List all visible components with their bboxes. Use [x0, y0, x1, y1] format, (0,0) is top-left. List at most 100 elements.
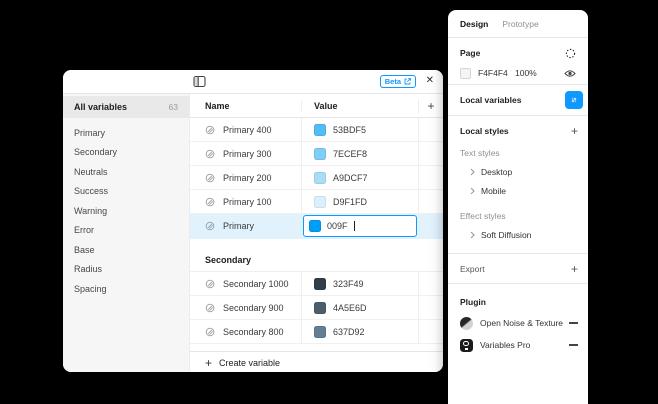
tab-prototype[interactable]: Prototype: [502, 19, 538, 29]
variable-name: Secondary 900: [223, 302, 284, 313]
sidebar-item-all-variables[interactable]: All variables 63: [63, 96, 189, 118]
color-swatch[interactable]: [314, 195, 326, 208]
sidebar-item-spacing[interactable]: Spacing: [63, 279, 189, 299]
variable-name: Secondary 800: [223, 326, 284, 337]
variable-token-icon: [205, 197, 215, 206]
sidebar-item-primary[interactable]: Primary: [63, 123, 189, 143]
color-swatch[interactable]: [314, 325, 326, 338]
style-item-soft-diffusion[interactable]: Soft Diffusion: [448, 225, 588, 244]
sidebar-item-neutrals[interactable]: Neutrals: [63, 162, 189, 182]
variable-value: 4A5E6D: [333, 302, 367, 313]
inspector-tabs: Design Prototype: [448, 10, 588, 38]
variables-sliders-icon: [571, 97, 577, 103]
sidebar-item-secondary[interactable]: Secondary: [63, 143, 189, 163]
group-header-secondary: Secondary: [190, 249, 443, 272]
remove-plugin-icon[interactable]: [569, 344, 578, 346]
variables-pro-plugin-icon: [460, 338, 473, 352]
table-row[interactable]: Secondary 800 637D92: [190, 320, 443, 344]
variable-value: A9DCF7: [333, 172, 368, 183]
page-opacity[interactable]: 100%: [515, 68, 537, 78]
variable-token-icon: [205, 149, 215, 158]
create-variable-label: Create variable: [219, 357, 281, 368]
variable-value: 323F49: [333, 278, 364, 289]
beta-badge[interactable]: Beta: [379, 75, 416, 88]
plugin-label: Plugin: [460, 297, 486, 307]
chevron-right-icon: [470, 168, 475, 175]
color-swatch[interactable]: [314, 147, 326, 160]
variables-count: 63: [168, 102, 178, 112]
sidebar-item-base[interactable]: Base: [63, 240, 189, 260]
page-color-swatch[interactable]: [460, 67, 471, 79]
variable-name: Primary 100: [223, 196, 272, 207]
table-row[interactable]: Primary 200 A9DCF7: [190, 166, 443, 190]
styles-seed-icon[interactable]: [565, 48, 576, 59]
eye-icon[interactable]: [564, 69, 576, 78]
sidebar-item-warning[interactable]: Warning: [63, 201, 189, 221]
effect-styles-label: Effect styles: [460, 211, 506, 221]
table-row[interactable]: Primary 300 7ECEF8: [190, 142, 443, 166]
table-header: Name Value +: [190, 94, 443, 118]
create-variable-button[interactable]: + Create variable: [190, 352, 443, 372]
table-row[interactable]: Primary 100 D9F1FD: [190, 190, 443, 214]
variable-token-icon: [205, 221, 215, 231]
chevron-right-icon: [470, 187, 475, 194]
variable-token-icon: [205, 173, 215, 182]
close-icon[interactable]: ✕: [426, 74, 434, 88]
chevron-right-icon: [470, 231, 475, 238]
add-export-button[interactable]: +: [571, 263, 578, 275]
collection-list: Primary Secondary Neutrals Success Warni…: [63, 118, 189, 299]
layout-sidebar-icon[interactable]: [193, 75, 206, 88]
variable-name: Primary: [223, 221, 254, 231]
page-color-hex[interactable]: F4F4F4: [478, 68, 515, 78]
remove-plugin-icon[interactable]: [569, 322, 578, 324]
color-swatch[interactable]: [309, 220, 321, 232]
style-item-mobile[interactable]: Mobile: [448, 181, 588, 200]
figma-canvas: Beta ✕ All variables 63 Primary Secondar…: [0, 0, 658, 404]
column-header-value: Value: [301, 100, 418, 111]
value-input-text: 009F: [327, 221, 348, 231]
export-section: Export +: [448, 254, 588, 284]
variable-name: Primary 300: [223, 148, 272, 159]
text-styles-label: Text styles: [460, 148, 500, 158]
local-variables-label: Local variables: [460, 95, 522, 105]
color-swatch[interactable]: [314, 277, 326, 290]
variable-value: D9F1FD: [333, 196, 368, 207]
variable-token-icon: [205, 303, 215, 312]
variable-token-icon: [205, 327, 215, 336]
sidebar-item-error[interactable]: Error: [63, 221, 189, 241]
modal-header: Beta ✕: [63, 70, 443, 94]
open-variables-button[interactable]: [565, 91, 583, 109]
variable-token-icon: [205, 279, 215, 288]
beta-label: Beta: [384, 77, 401, 86]
color-swatch[interactable]: [314, 123, 326, 136]
all-variables-label: All variables: [74, 102, 128, 112]
sidebar-item-radius[interactable]: Radius: [63, 260, 189, 280]
style-item-desktop[interactable]: Desktop: [448, 162, 588, 181]
inspector-panel: Design Prototype Page F4F4F4 100% Local …: [448, 10, 588, 404]
plugin-item-variables-pro[interactable]: Variables Pro: [448, 334, 588, 356]
page-section: Page F4F4F4 100%: [448, 38, 588, 85]
variable-token-icon: [205, 125, 215, 134]
tab-design[interactable]: Design: [460, 19, 488, 29]
value-input[interactable]: 009F: [303, 215, 417, 237]
add-column-button[interactable]: +: [418, 98, 443, 113]
color-swatch[interactable]: [314, 301, 326, 314]
add-style-button[interactable]: +: [571, 125, 578, 137]
plugin-item-open-noise-texture[interactable]: Open Noise & Texture: [448, 312, 588, 334]
table-row[interactable]: Secondary 900 4A5E6D: [190, 296, 443, 320]
sidebar-item-success[interactable]: Success: [63, 182, 189, 202]
table-row[interactable]: Secondary 1000 323F49: [190, 272, 443, 296]
table-row-selected[interactable]: Primary 009F: [190, 214, 443, 239]
footer-spacer: [190, 344, 443, 352]
external-link-icon: [404, 78, 411, 85]
local-variables-section: Local variables: [448, 85, 588, 116]
plugin-section: Plugin Open Noise & Texture Variables Pr…: [448, 284, 588, 356]
local-styles-section: Local styles + Text styles Desktop Mobil…: [448, 116, 588, 254]
export-label: Export: [460, 263, 485, 274]
variable-value: 637D92: [333, 326, 365, 337]
table-row[interactable]: Primary 400 53BDF5: [190, 118, 443, 142]
color-swatch[interactable]: [314, 171, 326, 184]
text-caret: [353, 221, 355, 231]
variable-value: 7ECEF8: [333, 148, 368, 159]
